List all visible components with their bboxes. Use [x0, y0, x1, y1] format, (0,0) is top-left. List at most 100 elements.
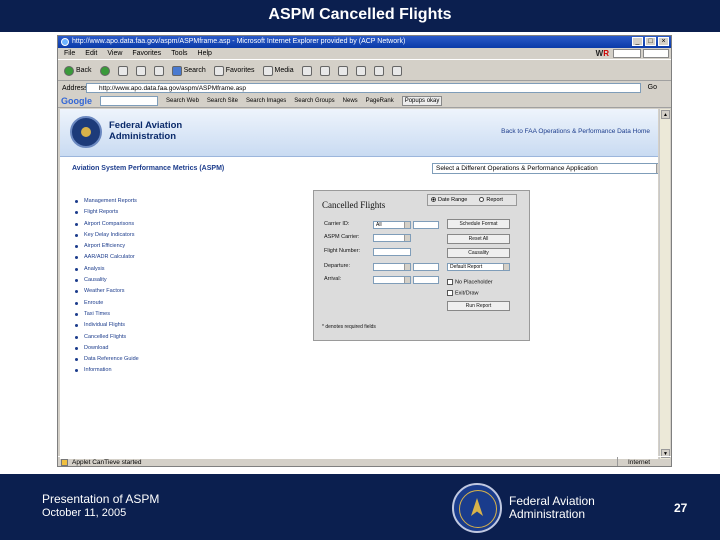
run-report-button[interactable]: Run Report — [447, 301, 510, 311]
nav-item[interactable]: Causality — [74, 275, 139, 286]
nav-item[interactable]: Download — [74, 343, 139, 354]
report-format-select[interactable]: Default Report — [447, 263, 510, 271]
star-icon — [213, 65, 224, 76]
application-select[interactable]: Select a Different Operations & Performa… — [432, 163, 658, 174]
search-groups-button[interactable]: Search Groups — [294, 98, 334, 104]
departure-label: Departure: — [324, 263, 350, 269]
forward-button[interactable] — [98, 64, 112, 78]
flight-number-input[interactable] — [373, 248, 411, 256]
nav-item[interactable]: Data Reference Guide — [74, 354, 139, 365]
history-icon — [301, 65, 312, 76]
edit-icon — [355, 65, 366, 76]
menu-favorites[interactable]: Favorites — [132, 48, 161, 59]
slide-footer: Presentation of ASPM October 11, 2005 Fe… — [0, 474, 720, 540]
favorites-button[interactable]: Favorites — [212, 64, 257, 78]
nav-item[interactable]: Analysis — [74, 264, 139, 275]
window-title: http://www.apo.data.faa.gov/aspm/ASPMfra… — [72, 38, 406, 45]
arrival-input[interactable] — [413, 276, 439, 284]
chevron-down-icon — [503, 264, 509, 270]
edit-button[interactable] — [354, 64, 368, 78]
search-button[interactable]: Search — [170, 64, 208, 78]
news-button[interactable]: News — [343, 98, 358, 104]
arrival-label: Arrival: — [324, 276, 342, 282]
no-placeholder-checkbox[interactable]: No Placeholder — [447, 279, 493, 285]
departure-input[interactable] — [413, 263, 439, 271]
scroll-up-icon[interactable]: ▲ — [661, 110, 670, 119]
close-button[interactable]: × — [658, 37, 669, 46]
exit-draw-checkbox[interactable]: Exit/Draw — [447, 290, 479, 296]
carrier-id-select[interactable]: All — [373, 221, 411, 229]
standard-toolbar: Back Search Favorites Media — [58, 61, 671, 81]
popup-blocker-button[interactable]: Popups okay — [401, 96, 443, 106]
schedule-format-button[interactable]: Schedule Format — [447, 219, 510, 229]
maximize-button[interactable]: □ — [645, 37, 656, 46]
stop-button[interactable] — [116, 64, 130, 78]
aspm-carrier-select[interactable] — [373, 234, 411, 242]
go-button[interactable]: Go — [648, 83, 657, 93]
reset-all-button[interactable]: Reset All — [447, 234, 510, 244]
nav-item[interactable]: Enroute — [74, 298, 139, 309]
nav-item[interactable]: Management Reports — [74, 196, 139, 207]
radio-icon — [479, 197, 485, 203]
back-button[interactable]: Back — [62, 64, 94, 78]
minimize-button[interactable]: _ — [632, 37, 643, 46]
print-button[interactable] — [336, 64, 350, 78]
internet-explorer-icon — [61, 38, 69, 46]
discuss-icon — [373, 65, 384, 76]
address-input[interactable]: http://www.apo.data.faa.gov/aspm/ASPMfra… — [86, 83, 641, 93]
back-to-faa-link[interactable]: Back to FAA Operations & Performance Dat… — [501, 128, 650, 135]
faa-header: Federal Aviation Administration Back to … — [60, 109, 658, 157]
nav-item[interactable]: Flight Reports — [74, 207, 139, 218]
messenger-button[interactable] — [390, 64, 404, 78]
departure-select[interactable] — [373, 263, 411, 271]
search-site-button[interactable]: Search Site — [207, 98, 238, 104]
google-logo[interactable]: Google — [61, 96, 92, 106]
print-icon — [337, 65, 348, 76]
media-button[interactable]: Media — [261, 64, 296, 78]
nav-item[interactable]: Weather Factors — [74, 286, 139, 297]
history-button[interactable] — [300, 64, 314, 78]
address-label: Address — [62, 84, 88, 92]
nav-item[interactable]: Airport Comparisons — [74, 219, 139, 230]
home-button[interactable] — [152, 64, 166, 78]
nav-item-cancelled-flights[interactable]: Cancelled Flights — [74, 332, 139, 343]
nav-item[interactable]: AAR/ADR Calculator — [74, 252, 139, 263]
nav-item[interactable]: Taxi Times — [74, 309, 139, 320]
menu-edit[interactable]: Edit — [85, 48, 97, 59]
search-images-button[interactable]: Search Images — [246, 98, 286, 104]
toolbar-dropdown[interactable] — [613, 49, 641, 58]
home-icon — [153, 65, 164, 76]
menu-file[interactable]: File — [64, 48, 75, 59]
refresh-button[interactable] — [134, 64, 148, 78]
wr-toolbar-logo[interactable]: WR — [596, 49, 609, 58]
arrival-select[interactable] — [373, 276, 411, 284]
back-arrow-icon — [64, 65, 74, 76]
address-bar: Address http://www.apo.data.faa.gov/aspm… — [58, 82, 671, 94]
search-web-button[interactable]: Search Web — [166, 98, 199, 104]
mail-button[interactable] — [318, 64, 332, 78]
page-number: 27 — [674, 501, 688, 515]
causality-button[interactable]: Causality — [447, 248, 510, 258]
report-radio[interactable]: Report — [479, 197, 503, 203]
pagerank-indicator[interactable]: PageRank — [366, 98, 394, 104]
discuss-button[interactable] — [372, 64, 386, 78]
nav-item[interactable]: Key Delay Indicators — [74, 230, 139, 241]
menu-help[interactable]: Help — [198, 48, 212, 59]
nav-item[interactable]: Individual Flights — [74, 320, 139, 331]
menu-view[interactable]: View — [107, 48, 122, 59]
media-icon — [262, 65, 273, 76]
chevron-down-icon: ▼ — [656, 164, 658, 173]
nav-item[interactable]: Information — [74, 365, 139, 376]
date-range-radio[interactable]: Date Range — [431, 197, 467, 203]
nav-item[interactable]: Airport Efficiency — [74, 241, 139, 252]
chevron-down-icon — [404, 277, 410, 283]
menu-tools[interactable]: Tools — [171, 48, 187, 59]
carrier-id-input[interactable] — [413, 221, 439, 229]
google-search-input[interactable] — [100, 96, 158, 106]
report-type-radios: Date Range Report — [427, 194, 517, 206]
faa-seal-logo[interactable] — [70, 116, 102, 148]
vertical-scrollbar[interactable]: ▲ ▼ — [659, 109, 670, 459]
required-fields-note: * denotes required fields — [322, 324, 376, 330]
google-toolbar: Google Search Web Search Site Search Ima… — [58, 95, 671, 108]
radio-selected-icon — [431, 197, 436, 203]
